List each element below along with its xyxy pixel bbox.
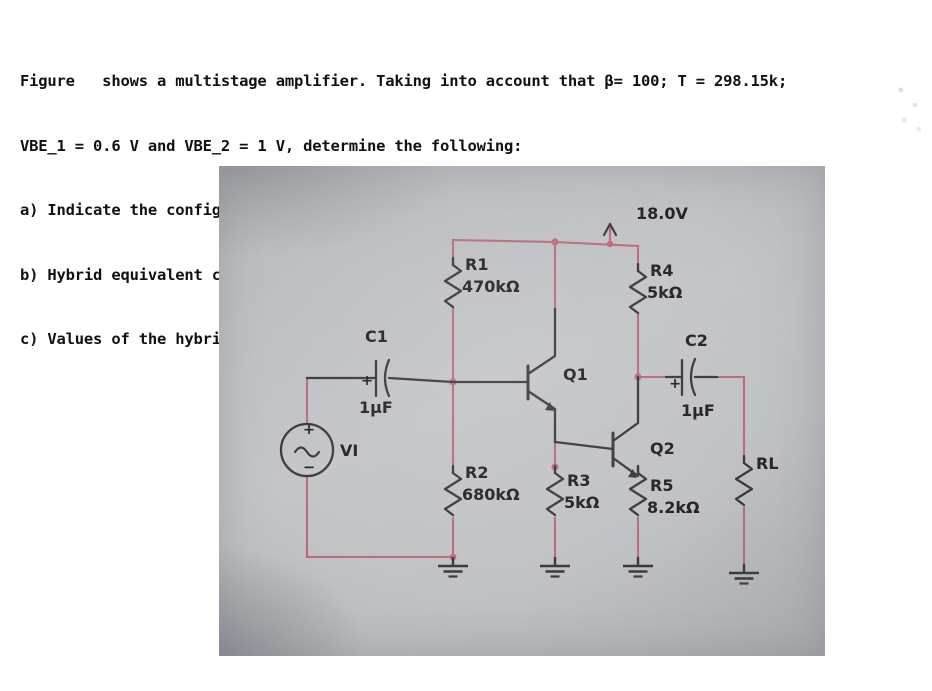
wire-c2-right-to-rl [715,375,746,458]
label-q2-ref: Q2 [650,439,675,458]
rl-zigzag [734,461,754,507]
label-r5-ref: R5 [650,476,673,495]
q1-collector-lead [526,307,557,376]
r4-zigzag [628,269,648,315]
label-source-minus: − [303,460,315,476]
problem-line-2: VBE_1 = 0.6 V and VBE_2 = 1 V, determine… [20,136,523,155]
r2-zigzag [443,471,463,517]
device-ink [279,222,754,517]
source-sine-glyph [293,446,321,458]
label-r1-ref: R1 [465,255,488,274]
r3-zigzag [545,471,565,517]
q1-emitter-lead [526,389,557,444]
r1-zigzag [443,263,463,309]
circuit-diagram-photo: 18.0V R1 470kΩ R4 5kΩ C1 + 1µF C2 + 1µF … [219,166,825,656]
label-c2-polarity: + [669,376,681,392]
ground-rl [727,562,761,585]
ground-r5 [621,555,655,578]
label-r4-ref: R4 [650,261,673,280]
label-c2-ref: C2 [685,331,708,350]
q2-collector-lead [611,375,640,443]
label-c1-ref: C1 [365,327,388,346]
label-r4-value: 5kΩ [647,283,683,302]
label-r3-value: 5kΩ [564,493,600,512]
label-c1-polarity: + [361,373,373,389]
junction-supply-arrow [606,240,614,248]
label-r2-ref: R2 [465,463,488,482]
label-r2-value: 680kΩ [462,485,520,504]
circuit-schematic: 18.0V R1 470kΩ R4 5kΩ C1 + 1µF C2 + 1µF … [279,204,779,585]
label-rl-ref: RL [756,454,779,473]
wire-c1-right-lead [387,376,455,384]
r5-zigzag [628,471,648,517]
label-r1-value: 470kΩ [462,277,520,296]
label-c1-value: 1µF [359,398,393,417]
junction-top-rail [551,238,559,246]
label-source-ref: VI [340,441,358,460]
wire-input-return [305,474,455,559]
ground-r3 [538,555,572,578]
label-r3-ref: R3 [567,471,590,490]
label-r5-value: 8.2kΩ [647,498,700,517]
label-source-plus: + [303,422,315,438]
ground-r2 [436,555,470,578]
label-c2-value: 1µF [681,401,715,420]
q2-base-lead [553,440,615,451]
label-supply-voltage: 18.0V [636,204,688,223]
problem-line-1: Figure shows a multistage amplifier. Tak… [20,72,788,90]
component-labels: 18.0V R1 470kΩ R4 5kΩ C1 + 1µF C2 + 1µF … [303,204,779,517]
ground-symbols [436,555,761,585]
label-q1-ref: Q1 [563,365,588,384]
